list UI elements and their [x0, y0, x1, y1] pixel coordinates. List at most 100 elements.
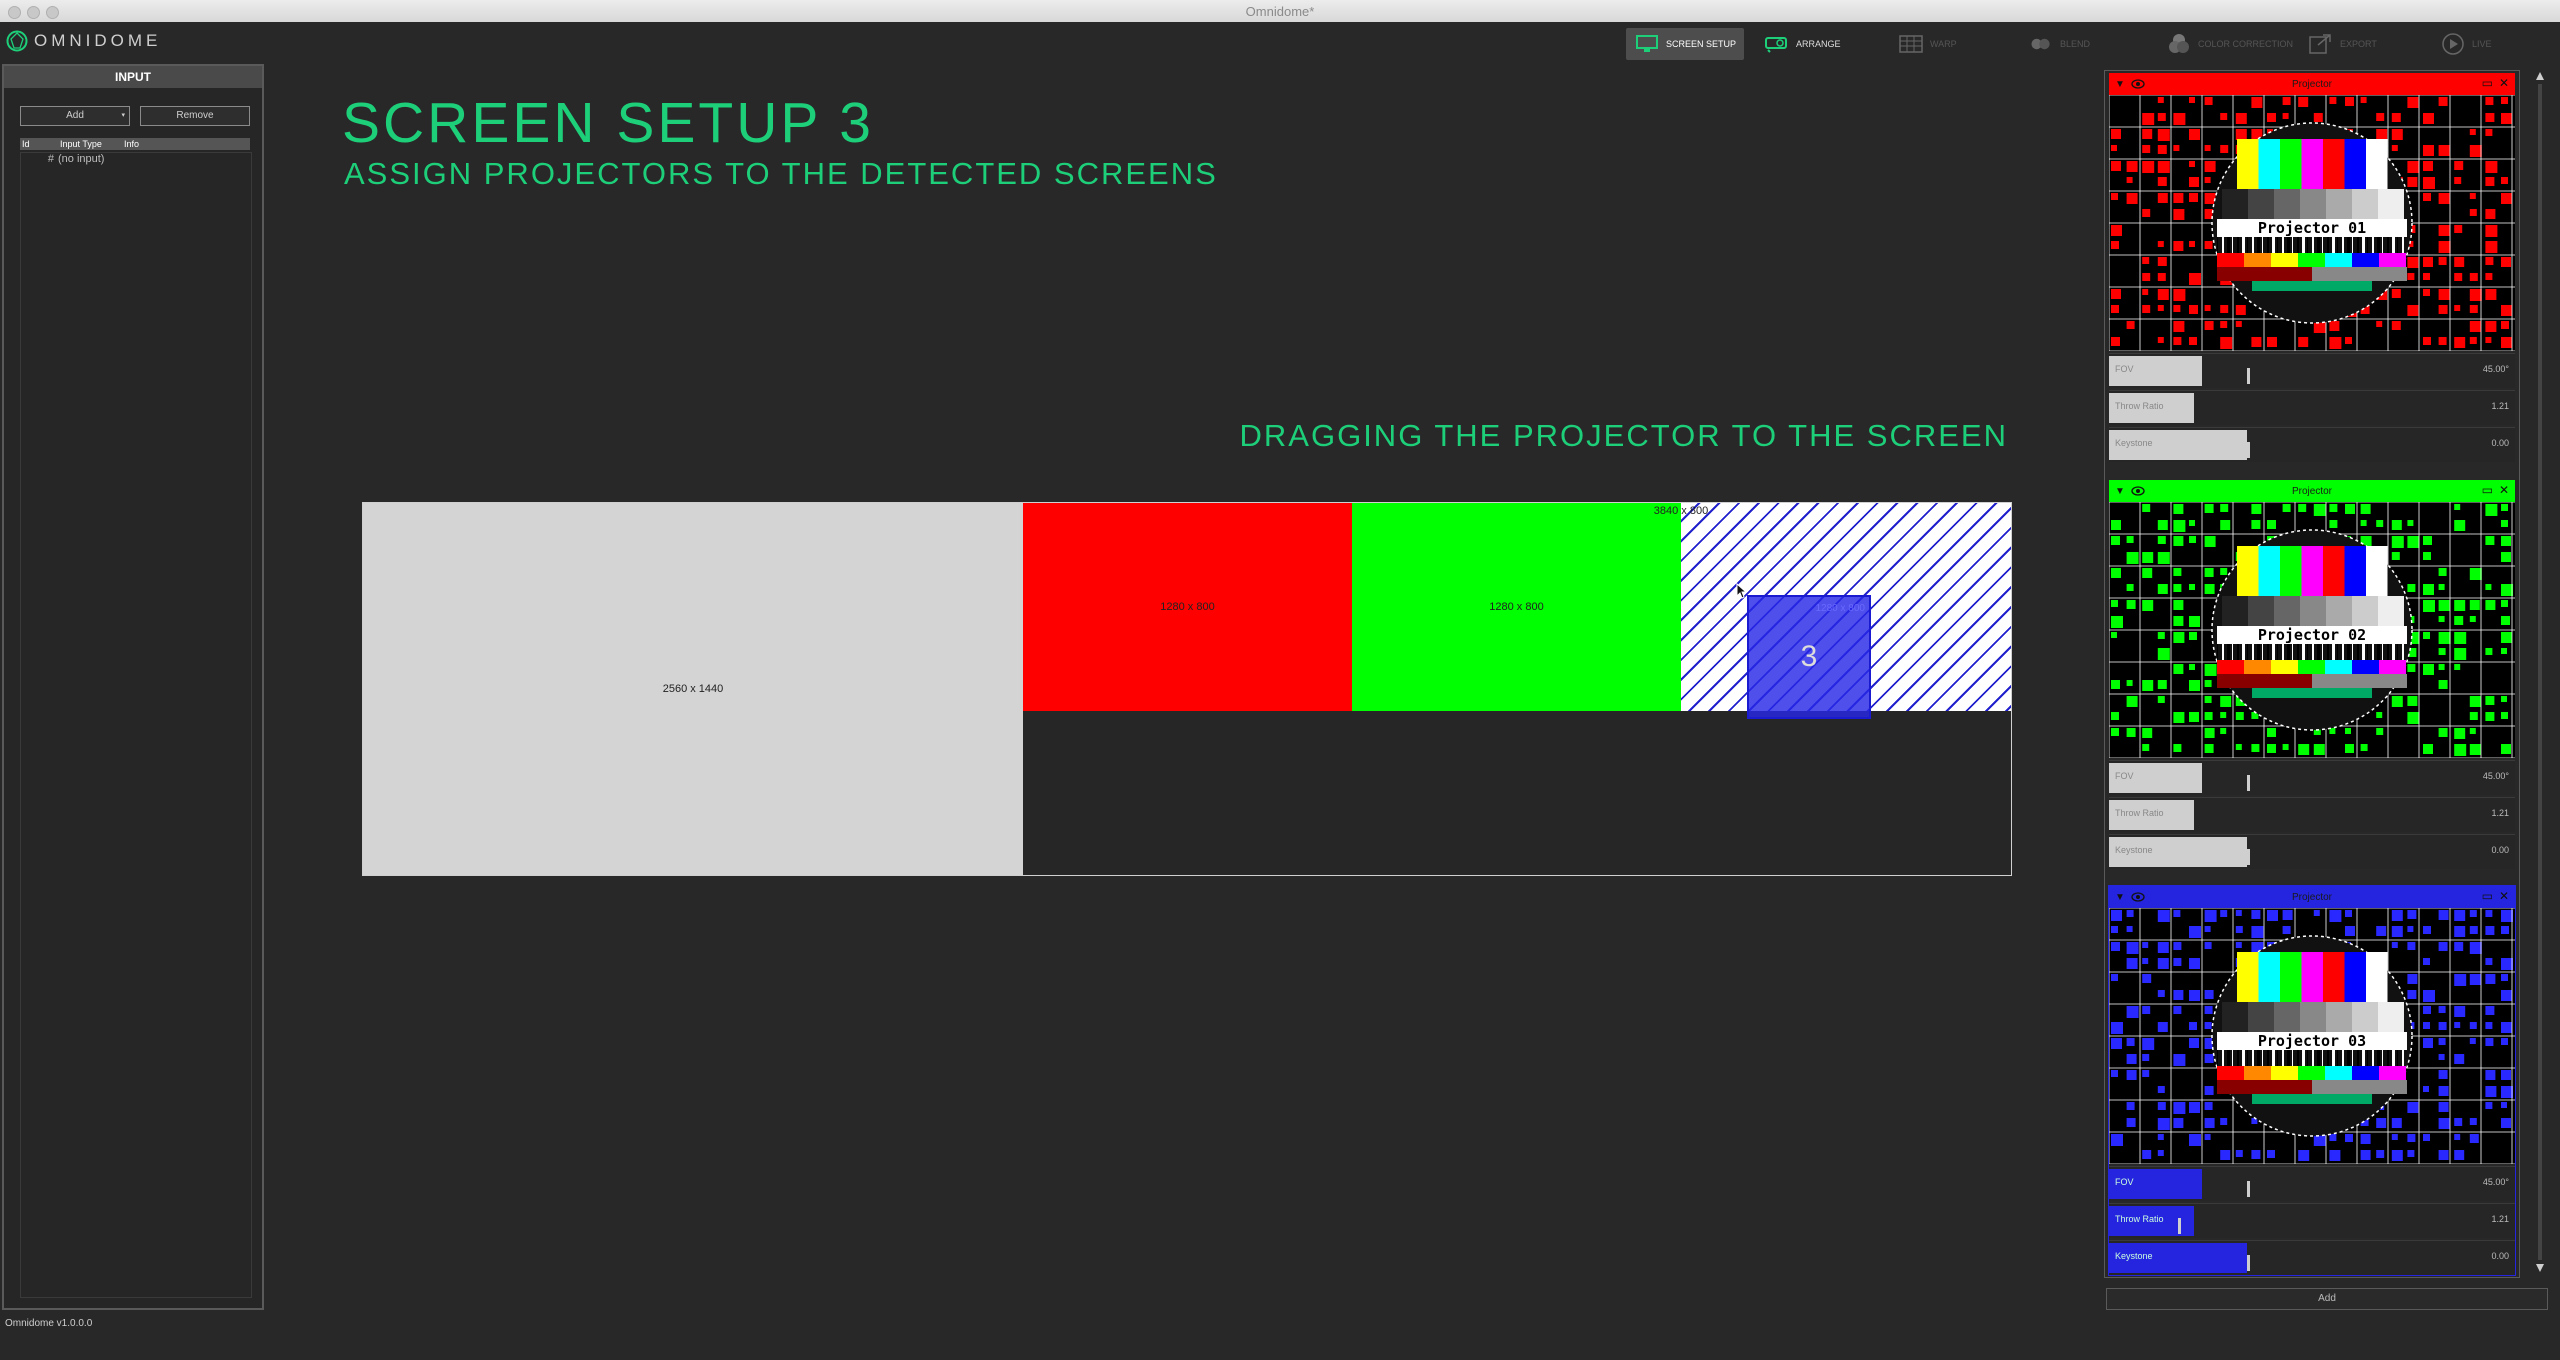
projector-widget[interactable]: ▼ Projector ▭ ✕ Projector 02 FOV 45.00° … [2109, 480, 2515, 869]
input-panel: INPUT Add ▾ Remove Id Input Type Info # … [2, 64, 264, 1310]
keystone-slider-name: Keystone [2115, 438, 2153, 448]
tab-blend[interactable]: BLEND [2020, 28, 2098, 60]
keystone-slider-name: Keystone [2115, 845, 2153, 855]
fov-slider[interactable]: FOV 45.00° [2109, 760, 2515, 795]
throw-ratio-value: 1.21 [2491, 1214, 2509, 1224]
throw-ratio-slider-name: Throw Ratio [2115, 1214, 2164, 1224]
screen-tile-green[interactable]: 1280 x 800 [1352, 503, 1681, 711]
keystone-slider[interactable]: Keystone 0.00 [2109, 834, 2515, 869]
app-logo: OMNIDOME [6, 30, 161, 52]
tab-blend-label: BLEND [2060, 39, 2091, 49]
add-projector-button[interactable]: Add [2106, 1288, 2548, 1310]
app-logo-text: OMNIDOME [34, 31, 162, 50]
fov-slider[interactable]: FOV 45.00° [2109, 1166, 2515, 1201]
throw-ratio-slider-handle[interactable] [2178, 405, 2182, 421]
dropdown-arrow-icon: ▾ [121, 112, 125, 119]
window-titlebar: Omnidome* [0, 0, 2560, 23]
projector-header[interactable]: ▼ Projector ▭ ✕ [2109, 73, 2515, 95]
projector-icon [1764, 33, 1790, 55]
keystone-slider-handle[interactable] [2247, 442, 2251, 458]
test-pattern-image: Projector 03 [2109, 908, 2515, 1164]
fov-value: 45.00° [2482, 771, 2509, 781]
row-id: # [47, 153, 54, 165]
throw-ratio-value: 1.21 [2491, 808, 2509, 818]
tab-arrange[interactable]: ARRANGE [1756, 28, 1849, 60]
tab-warp-label: WARP [1930, 39, 1957, 49]
projector-list-scrollbar[interactable] [2534, 70, 2546, 1276]
table-row[interactable]: # (no input) [20, 153, 250, 165]
tab-export-label: EXPORT [2340, 39, 2377, 49]
tab-live[interactable]: LIVE [2432, 28, 2500, 60]
tab-screen-setup-label: SCREEN SETUP [1666, 39, 1737, 49]
projector-test-pattern: Projector 01 [2109, 95, 2515, 351]
fov-value: 45.00° [2482, 364, 2509, 374]
screen-resolution-label: 1280 x 800 [1489, 601, 1544, 613]
test-pattern-image: Projector 01 [2109, 95, 2515, 351]
col-input-type: Input Type [60, 139, 102, 149]
input-table-header: Id Input Type Info [20, 138, 250, 150]
screen-setup-canvas[interactable]: 2560 x 1440 1280 x 800 1280 x 800 3840 x… [362, 502, 2012, 876]
projector-header[interactable]: ▼ Projector ▭ ✕ [2109, 886, 2515, 908]
screen-tile-2560x1440[interactable]: 2560 x 1440 [363, 503, 1023, 875]
row-input-type: (no input) [58, 153, 105, 165]
keystone-slider[interactable]: Keystone 0.00 [2109, 1240, 2515, 1275]
screen-tile-red[interactable]: 1280 x 800 [1023, 503, 1352, 711]
close-icon[interactable]: ✕ [2499, 889, 2509, 903]
throw-ratio-slider[interactable]: Throw Ratio 1.21 [2109, 797, 2515, 832]
fov-slider-handle[interactable] [2247, 368, 2251, 384]
grid-icon [1898, 33, 1924, 55]
test-pattern-image: Projector 02 [2109, 502, 2515, 758]
mouse-cursor-icon [1736, 583, 1748, 599]
throw-ratio-slider[interactable]: Throw Ratio 1.21 [2109, 1203, 2515, 1238]
projector-title: Projector [2291, 485, 2332, 497]
maximize-icon[interactable]: ▭ [2482, 76, 2493, 90]
keystone-value: 0.00 [2491, 438, 2509, 448]
col-info: Info [124, 139, 140, 149]
mode-toolbar: OMNIDOME SCREEN SETUP ARRANGE WARP BLEND… [0, 22, 2560, 64]
projector-header[interactable]: ▼ Projector ▭ ✕ [2109, 480, 2515, 502]
tab-screen-setup[interactable]: SCREEN SETUP [1626, 28, 1745, 60]
drag-hint-label: DRAGGING THE PROJECTOR TO THE SCREEN [1239, 418, 2008, 453]
projector-title: Projector [2291, 891, 2332, 903]
keystone-slider-handle[interactable] [2247, 1255, 2251, 1271]
keystone-slider[interactable]: Keystone 0.00 [2109, 427, 2515, 462]
keystone-slider-handle[interactable] [2247, 849, 2251, 865]
maximize-icon[interactable]: ▭ [2482, 483, 2493, 497]
tiled-screen-resolution-label: 3840 x 800 [1653, 505, 1709, 517]
test-pattern-label: Projector 03 [2258, 1032, 2366, 1050]
fov-slider-name: FOV [2115, 1177, 2134, 1187]
fov-slider-name: FOV [2115, 771, 2134, 781]
projector-widget[interactable]: ▼ Projector ▭ ✕ Projector 03 FOV 45.00° … [2108, 885, 2516, 1276]
blend-icon [2028, 33, 2054, 55]
fov-slider[interactable]: FOV 45.00° [2109, 353, 2515, 388]
add-input-label: Add [66, 110, 84, 121]
tab-warp[interactable]: WARP [1890, 28, 1965, 60]
close-icon[interactable]: ✕ [2499, 483, 2509, 497]
fov-value: 45.00° [2482, 1177, 2509, 1187]
input-table: Id Input Type Info # (no input) [20, 138, 250, 1360]
tab-export[interactable]: EXPORT [2300, 28, 2385, 60]
projector-title: Projector [2291, 78, 2332, 90]
tab-arrange-label: ARRANGE [1796, 39, 1841, 49]
projector-test-pattern: Projector 02 [2109, 502, 2515, 758]
keystone-slider-name: Keystone [2115, 1251, 2153, 1261]
version-label: Omnidome v1.0.0.0 [5, 1318, 93, 1329]
monitor-icon [1634, 33, 1660, 55]
fov-slider-handle[interactable] [2247, 1181, 2251, 1197]
throw-ratio-slider[interactable]: Throw Ratio 1.21 [2109, 390, 2515, 425]
throw-ratio-slider-handle[interactable] [2178, 1218, 2182, 1234]
test-pattern-label: Projector 01 [2258, 219, 2366, 237]
col-id: Id [22, 139, 30, 149]
maximize-icon[interactable]: ▭ [2482, 889, 2493, 903]
add-input-button[interactable]: Add ▾ [20, 106, 130, 126]
projector-widget[interactable]: ▼ Projector ▭ ✕ Projector 01 FOV 45.00° … [2109, 73, 2515, 462]
tab-color-correction-label: COLOR CORRECTION [2198, 39, 2294, 49]
throw-ratio-slider-handle[interactable] [2178, 812, 2182, 828]
screen-resolution-label: 2560 x 1440 [662, 683, 724, 695]
fov-slider-handle[interactable] [2247, 775, 2251, 791]
remove-input-button[interactable]: Remove [140, 106, 250, 126]
tab-color-correction[interactable]: COLOR CORRECTION [2158, 28, 2301, 60]
play-icon [2440, 33, 2466, 55]
close-icon[interactable]: ✕ [2499, 76, 2509, 90]
dragged-projector-tile[interactable]: 1280 x 800 3 [1747, 595, 1871, 719]
